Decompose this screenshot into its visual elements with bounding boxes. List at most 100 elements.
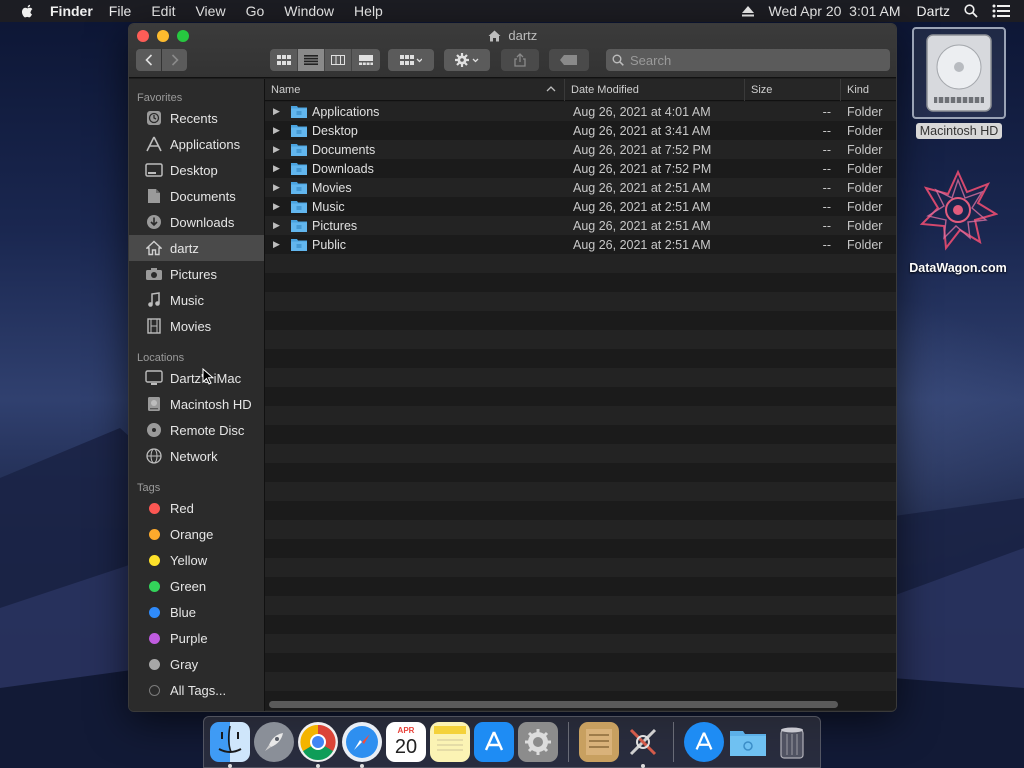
sidebar-tag-red[interactable]: Red (129, 495, 264, 521)
menu-window[interactable]: Window (284, 3, 334, 19)
eject-icon[interactable] (741, 5, 755, 17)
file-row[interactable]: ▶ Applications Aug 26, 2021 at 4:01 AM -- Fo… (265, 102, 896, 121)
sidebar-tag-green[interactable]: Green (129, 573, 264, 599)
sidebar-item-macintosh-hd[interactable]: Macintosh HD (129, 391, 264, 417)
dock-archive-utility[interactable] (579, 722, 619, 762)
sidebar-item-recents[interactable]: Recents (129, 105, 264, 131)
sidebar-item-network[interactable]: Network (129, 443, 264, 469)
disclosure-triangle-icon[interactable]: ▶ (273, 144, 283, 155)
file-row[interactable]: ▶ Music Aug 26, 2021 at 2:51 AM -- Folder (265, 197, 896, 216)
column-view-button[interactable] (325, 49, 352, 71)
sidebar-item-movies[interactable]: Movies (129, 313, 264, 339)
disclosure-triangle-icon[interactable]: ▶ (273, 125, 283, 136)
sidebar-tag-yellow[interactable]: Yellow (129, 547, 264, 573)
forward-button[interactable] (162, 49, 187, 71)
dock-notes[interactable] (430, 722, 470, 762)
menubar-clock[interactable]: Wed Apr 20 3:01 AM (769, 3, 901, 19)
sidebar-tag-blue[interactable]: Blue (129, 599, 264, 625)
file-name: Downloads (312, 161, 374, 176)
menu-file[interactable]: File (109, 3, 132, 19)
menu-edit[interactable]: Edit (151, 3, 175, 19)
dock-folder-stack[interactable] (728, 722, 768, 762)
search-field[interactable] (606, 49, 890, 71)
menu-view[interactable]: View (195, 3, 225, 19)
dock-system-information[interactable] (623, 722, 663, 768)
dock-launchpad[interactable] (254, 722, 294, 762)
dock-app-store[interactable] (474, 722, 514, 762)
file-name: Pictures (312, 218, 358, 233)
dock-chrome[interactable] (298, 722, 338, 768)
sidebar-item-desktop[interactable]: Desktop (129, 157, 264, 183)
sidebar-tag-orange[interactable]: Orange (129, 521, 264, 547)
disclosure-triangle-icon[interactable]: ▶ (273, 106, 283, 117)
edit-tags-button[interactable] (549, 49, 589, 71)
file-name-cell: ▶ Public (265, 238, 565, 252)
home-icon (145, 239, 163, 257)
tag-icon (560, 55, 577, 65)
gallery-view-button[interactable] (352, 49, 379, 71)
horizontal-scrollbar[interactable] (269, 701, 838, 708)
sidebar-tag-gray[interactable]: Gray (129, 651, 264, 677)
window-title: dartz (129, 28, 896, 43)
menu-finder[interactable]: Finder (50, 3, 93, 19)
sidebar-tag-purple[interactable]: Purple (129, 625, 264, 651)
window-titlebar[interactable]: dartz (129, 24, 896, 78)
desktop-icon-datawagon[interactable]: DataWagon.com (898, 168, 1018, 275)
dock-safari[interactable] (342, 722, 382, 768)
sidebar-item-remote-disc[interactable]: Remote Disc (129, 417, 264, 443)
file-name: Music (312, 199, 345, 214)
dock-finder[interactable] (210, 722, 250, 768)
sidebar-item-applications[interactable]: Applications (129, 131, 264, 157)
file-name: Public (312, 237, 347, 252)
dock-calendar[interactable]: APR 20 (386, 722, 426, 762)
menu-help[interactable]: Help (354, 3, 383, 19)
action-menu-button[interactable] (444, 49, 490, 71)
apple-icon[interactable] (20, 3, 36, 19)
sidebar-item-dartz-imac[interactable]: Dartz's iMac (129, 365, 264, 391)
group-by-button[interactable] (388, 49, 434, 71)
file-row[interactable]: ▶ Pictures Aug 26, 2021 at 2:51 AM -- Folder (265, 216, 896, 235)
gallery-icon (358, 55, 373, 65)
file-row[interactable]: ▶ Movies Aug 26, 2021 at 2:51 AM -- Folder (265, 178, 896, 197)
back-button[interactable] (136, 49, 161, 71)
sidebar-item-label: Orange (170, 526, 214, 542)
share-button[interactable] (501, 49, 539, 71)
disclosure-triangle-icon[interactable]: ▶ (273, 182, 283, 193)
sidebar-item-dartz[interactable]: dartz (129, 235, 264, 261)
file-row[interactable]: ▶ Desktop Aug 26, 2021 at 3:41 AM -- Folder (265, 121, 896, 140)
list-view-button[interactable] (298, 49, 325, 71)
tag-color-dot (149, 554, 160, 566)
menu-go[interactable]: Go (246, 3, 265, 19)
app-store-icon (695, 732, 713, 750)
file-date-cell: Aug 26, 2021 at 4:01 AM (573, 104, 711, 119)
sidebar-item-music[interactable]: Music (129, 287, 264, 313)
sidebar-all-tags[interactable]: All Tags... (129, 677, 264, 703)
file-row[interactable]: ▶ Documents Aug 26, 2021 at 7:52 PM -- Folde… (265, 140, 896, 159)
file-row[interactable]: ▶ Public Aug 26, 2021 at 2:51 AM -- Folder (265, 235, 896, 254)
column-header-size[interactable]: Size (745, 79, 841, 101)
search-input[interactable] (630, 52, 870, 68)
file-row[interactable]: ▶ Downloads Aug 26, 2021 at 7:52 PM -- Folde… (265, 159, 896, 178)
dock-system-preferences[interactable] (518, 722, 558, 762)
disclosure-triangle-icon[interactable]: ▶ (273, 163, 283, 174)
file-name: Desktop (312, 123, 358, 138)
column-header-name[interactable]: Name (265, 79, 565, 101)
tools-icon (629, 728, 657, 756)
disclosure-triangle-icon[interactable]: ▶ (273, 220, 283, 231)
dock-trash[interactable] (772, 722, 812, 762)
column-header-date-modified[interactable]: Date Modified (565, 79, 745, 101)
sidebar-item-pictures[interactable]: Pictures (129, 261, 264, 287)
icon-view-button[interactable] (271, 49, 298, 71)
sidebar-item-downloads[interactable]: Downloads (129, 209, 264, 235)
disclosure-triangle-icon[interactable]: ▶ (273, 201, 283, 212)
notification-center-icon[interactable] (992, 4, 1010, 18)
desktop-icon-macintosh-hd[interactable]: Macintosh HD (912, 27, 1006, 139)
dock-app-store-downloads[interactable] (684, 722, 724, 762)
file-date-cell: Aug 26, 2021 at 2:51 AM (573, 180, 711, 195)
spotlight-search-icon[interactable] (964, 4, 978, 18)
disclosure-triangle-icon[interactable]: ▶ (273, 239, 283, 250)
sidebar-item-documents[interactable]: Documents (129, 183, 264, 209)
menubar-user[interactable]: Dartz (917, 3, 950, 19)
file-name: Movies (312, 180, 352, 195)
column-header-kind[interactable]: Kind (841, 79, 896, 101)
